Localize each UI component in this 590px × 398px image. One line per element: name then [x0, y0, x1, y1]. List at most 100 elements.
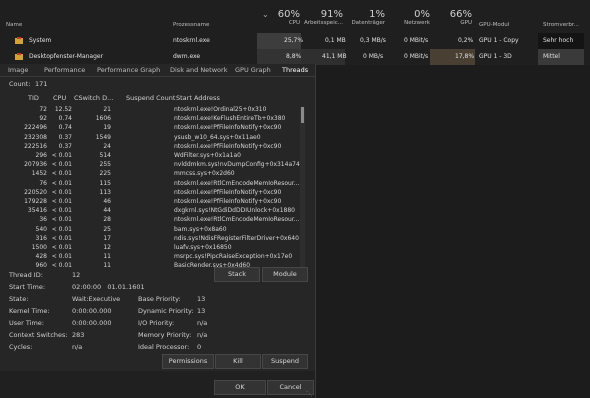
thread-cswitch: 11 [103, 253, 111, 261]
column-header-gpu-engine[interactable]: GPU-Modul [479, 22, 509, 28]
column-header-cpu[interactable]: 60% CPU [270, 9, 300, 26]
thread-tid: 72 [39, 106, 47, 113]
header-tid[interactable]: TID [28, 94, 39, 102]
header-cswitch[interactable]: CSwitch D... [74, 94, 113, 102]
thread-tid: 1452 [31, 170, 47, 178]
column-header-process[interactable]: Prozessname [173, 22, 209, 28]
thread-tid: 76 [39, 179, 47, 187]
thread-cswitch: 25 [103, 225, 111, 233]
thread-row[interactable]: 1500 < 0.01 12 luafv.sys+0x16850 [4, 244, 309, 253]
tab-image[interactable]: Image [8, 66, 28, 74]
column-header-name[interactable]: Name [6, 22, 22, 28]
thread-cswitch: 514 [99, 152, 111, 159]
thread-start-address: bam.sys+0x8a60 [174, 225, 227, 233]
thread-row[interactable]: 222516 0.37 24 ntoskrnl.exe!PfFileInfoNotif… [4, 143, 309, 152]
permissions-button[interactable]: Permissions [162, 354, 214, 369]
dynamic-priority-label: Dynamic Priority: [138, 307, 194, 315]
header-suspend-count[interactable]: Suspend Count [126, 94, 175, 102]
column-header-network[interactable]: 0% Netzwerk [390, 9, 430, 26]
resize-grip-icon[interactable]: ⋱ [306, 390, 313, 398]
process-disk: 0 MB/s [363, 53, 384, 60]
thread-cswitch: 44 [103, 207, 111, 215]
tab-performance-graph[interactable]: Performance Graph [97, 66, 160, 74]
stack-button[interactable]: Stack [214, 267, 260, 282]
thread-row[interactable]: 35416 < 0.01 44 dxgkrnl.sys!NtGdiDdDDIUnloc… [4, 207, 309, 216]
thread-row[interactable]: 179228 < 0.01 46 ntoskrnl.exe!PfFileInfoNot… [4, 198, 309, 207]
context-switches-label: Context Switches: [9, 331, 68, 339]
user-time-label: User Time: [9, 319, 44, 327]
tab-gpu-graph[interactable]: GPU Graph [235, 66, 271, 74]
thread-tid: 232308 [24, 133, 47, 141]
process-gpu: 0,2% [458, 37, 474, 44]
base-priority-value: 13 [197, 295, 206, 303]
thread-row[interactable]: 72 12.52 21 ntoskrnl.exe!Ordinal25+0x310 [4, 106, 309, 115]
thread-tid: 179228 [24, 198, 47, 205]
column-header-memory[interactable]: 91% Arbeitsspeic... [300, 9, 343, 26]
thread-cswitch: 113 [99, 188, 111, 196]
thread-row[interactable]: 222496 0.74 19 ntoskrnl.exe!PfFileInfoNotif… [4, 124, 309, 133]
tab-threads[interactable]: Threads [282, 66, 308, 74]
thread-rows: 72 12.52 21 ntoskrnl.exe!Ordinal25+0x310 92 0… [4, 106, 306, 274]
memory-label: Arbeitsspeic... [304, 20, 343, 26]
chevron-down-icon[interactable]: ⌄ [262, 10, 269, 19]
thread-row[interactable]: 540 < 0.01 25 bam.sys+0x8a60 [4, 226, 309, 235]
process-row-dwm[interactable]: Desktopfenster-Manager dwm.exe 8,8% 41,1… [0, 49, 590, 65]
thread-start-address: mmcss.sys+0x2d60 [174, 170, 235, 178]
thread-start-address: ysusb_w10_64.sys+0x11ae0 [174, 133, 261, 141]
thread-row[interactable]: 316 < 0.01 17 ndis.sys!NdisFRegisterFilterD… [4, 235, 309, 244]
thread-cpu: 0.37 [58, 133, 72, 141]
scrollbar-thumb[interactable] [301, 107, 304, 123]
kill-button[interactable]: Kill [215, 354, 261, 369]
state-label: State: [9, 295, 29, 303]
column-header-gpu[interactable]: 66% GPU [440, 9, 472, 26]
cycles-label: Cycles: [9, 343, 33, 351]
thread-cswitch: 1606 [95, 115, 111, 123]
thread-tid: 222516 [24, 142, 47, 150]
process-gpu-engine: GPU 1 - 3D [479, 53, 512, 60]
thread-start-address: ntoskrnl.exe!RtlCmEncodeMemIoResour... [174, 179, 300, 187]
process-row-system[interactable]: System ntoskrnl.exe 25,7% 0,1 MB 0,3 MB/… [0, 33, 590, 49]
thread-row[interactable]: 92 0.74 1606 ntoskrnl.exe!KeFlushEntireTb+0… [4, 115, 309, 124]
suspend-button[interactable]: Suspend [262, 354, 308, 369]
thread-cpu: < 0.01 [51, 234, 72, 242]
column-header-power[interactable]: Stromverbr... [543, 22, 579, 28]
thread-start-address: ntoskrnl.exe!PfFileInfoNotify+0xc90 [174, 198, 282, 205]
thread-tid: 35416 [27, 207, 47, 215]
thread-cpu: < 0.01 [51, 170, 72, 178]
process-memory: 0,1 MB [325, 37, 346, 44]
header-cpu[interactable]: CPU [53, 94, 66, 102]
tab-performance[interactable]: Performance [44, 66, 85, 74]
tab-bar: Image Performance Performance Graph Disk… [0, 64, 315, 76]
thread-cpu: 0.74 [58, 124, 72, 132]
thread-row[interactable]: 232308 0.37 1549 ysusb_w10_64.sys+0x11ae0 [4, 134, 309, 143]
thread-row[interactable]: 296 < 0.01 514 WdFilter.sys+0x1a1a0 [4, 152, 309, 161]
thread-cpu: < 0.01 [51, 207, 72, 215]
thread-cpu: < 0.01 [51, 216, 72, 224]
tab-disk-network[interactable]: Disk and Network [170, 66, 227, 74]
table-scrollbar[interactable] [300, 107, 305, 273]
memory-total-pct: 91% [320, 9, 343, 20]
thread-row[interactable]: 76 < 0.01 115 ntoskrnl.exe!RtlCmEncodeMemIo… [4, 180, 309, 189]
memory-priority-label: Memory Priority: [138, 331, 192, 339]
thread-cpu: < 0.01 [51, 198, 72, 205]
thread-cswitch: 21 [103, 106, 111, 113]
memory-priority-value: n/a [197, 331, 208, 339]
process-network: 0 MBit/s [404, 37, 429, 44]
header-start-address[interactable]: Start Address [176, 94, 220, 102]
network-label: Netzwerk [404, 20, 430, 26]
process-power: Sehr hoch [543, 37, 574, 44]
thread-start-address: luafv.sys+0x16850 [174, 244, 232, 251]
cpu-total-pct: 60% [277, 9, 300, 20]
column-header-disk[interactable]: 1% Datenträger [345, 9, 385, 26]
thread-row[interactable]: 1452 < 0.01 225 mmcss.sys+0x2d60 [4, 170, 309, 179]
thread-start-address: dxgkrnl.sys!NtGdiDdDDIUnlock+0x1880 [174, 207, 295, 215]
thread-row[interactable]: 428 < 0.01 11 msrpc.sys!PipcRaiseException+… [4, 253, 309, 262]
process-power: Mittel [543, 53, 560, 60]
thread-start-address: nvlddmkm.sys!nvDumpConfig+0x314a74 [174, 161, 300, 169]
base-priority-label: Base Priority: [138, 295, 181, 303]
module-button[interactable]: Module [262, 267, 308, 282]
ok-button[interactable]: OK [214, 380, 266, 395]
thread-row[interactable]: 36 < 0.01 28 ntoskrnl.exe!RtlCmEncodeMemIoR… [4, 216, 309, 225]
thread-row[interactable]: 207936 < 0.01 255 nvlddmkm.sys!nvDumpConfig… [4, 161, 309, 170]
thread-row[interactable]: 220520 < 0.01 113 ntoskrnl.exe!PfFileInfoNo… [4, 189, 309, 198]
